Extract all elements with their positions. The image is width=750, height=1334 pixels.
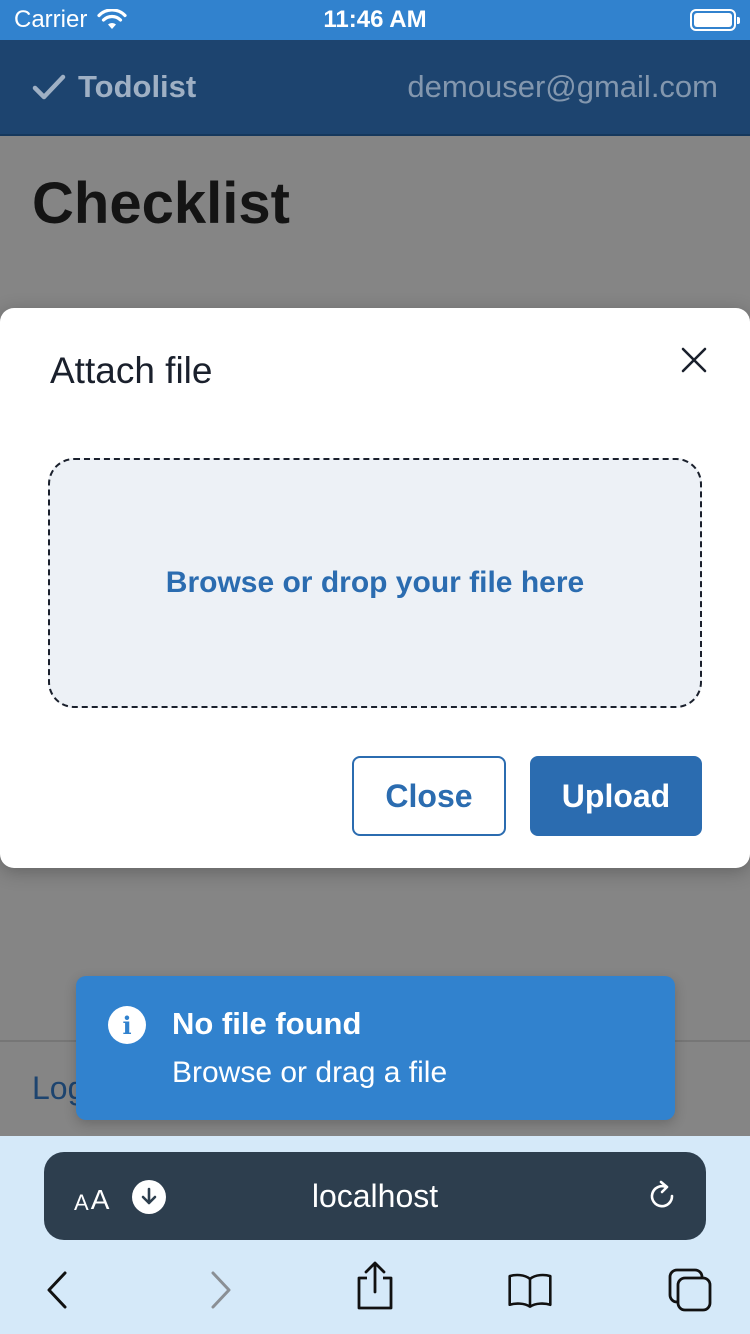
back-button[interactable] (34, 1266, 82, 1314)
forward-icon (211, 1271, 231, 1309)
reload-icon (650, 1180, 674, 1208)
toast-title: No file found (172, 1006, 362, 1041)
upload-button[interactable]: Upload (530, 756, 702, 836)
check-icon (32, 74, 66, 100)
attach-file-modal: Attach file Browse or drop your file her… (0, 308, 750, 868)
tabs-icon (668, 1268, 712, 1312)
brand-name: Todolist (78, 69, 197, 104)
toast-description: Browse or drag a file (172, 1056, 448, 1089)
bookmarks-icon (508, 1273, 552, 1308)
user-email[interactable]: demouser@gmail.com (407, 69, 718, 105)
dropzone-text: Browse or drop your file here (165, 566, 585, 599)
battery-icon (690, 9, 740, 31)
reload-button[interactable] (644, 1178, 680, 1214)
status-left: Carrier (14, 6, 127, 34)
file-dropzone[interactable]: Browse or drop your file here (48, 458, 702, 708)
battery-level (694, 13, 732, 27)
share-button[interactable] (351, 1261, 399, 1310)
page-title: Checklist (32, 171, 290, 236)
info-icon: i (108, 1006, 146, 1044)
close-button[interactable]: Close (352, 756, 506, 836)
toast-notification: i No file found Browse or drag a file (76, 976, 675, 1120)
forward-button[interactable] (196, 1266, 244, 1314)
back-icon (47, 1271, 67, 1309)
url-text: localhost (311, 1178, 439, 1214)
share-icon (357, 1261, 393, 1310)
wifi-icon (97, 9, 127, 29)
carrier-label: Carrier (14, 6, 88, 33)
modal-close-button[interactable] (672, 338, 716, 382)
bookmarks-button[interactable] (506, 1266, 554, 1314)
brand[interactable]: Todolist (32, 69, 196, 105)
app-header: Todolist demouser@gmail.com (0, 40, 750, 136)
browser-bottom-bar: AA localhost (0, 1136, 750, 1334)
close-icon (681, 347, 707, 373)
tabs-button[interactable] (666, 1266, 714, 1314)
modal-title: Attach file (50, 350, 213, 391)
status-bar: Carrier 11:46 AM (0, 0, 750, 40)
address-bar[interactable]: AA localhost (44, 1152, 706, 1240)
